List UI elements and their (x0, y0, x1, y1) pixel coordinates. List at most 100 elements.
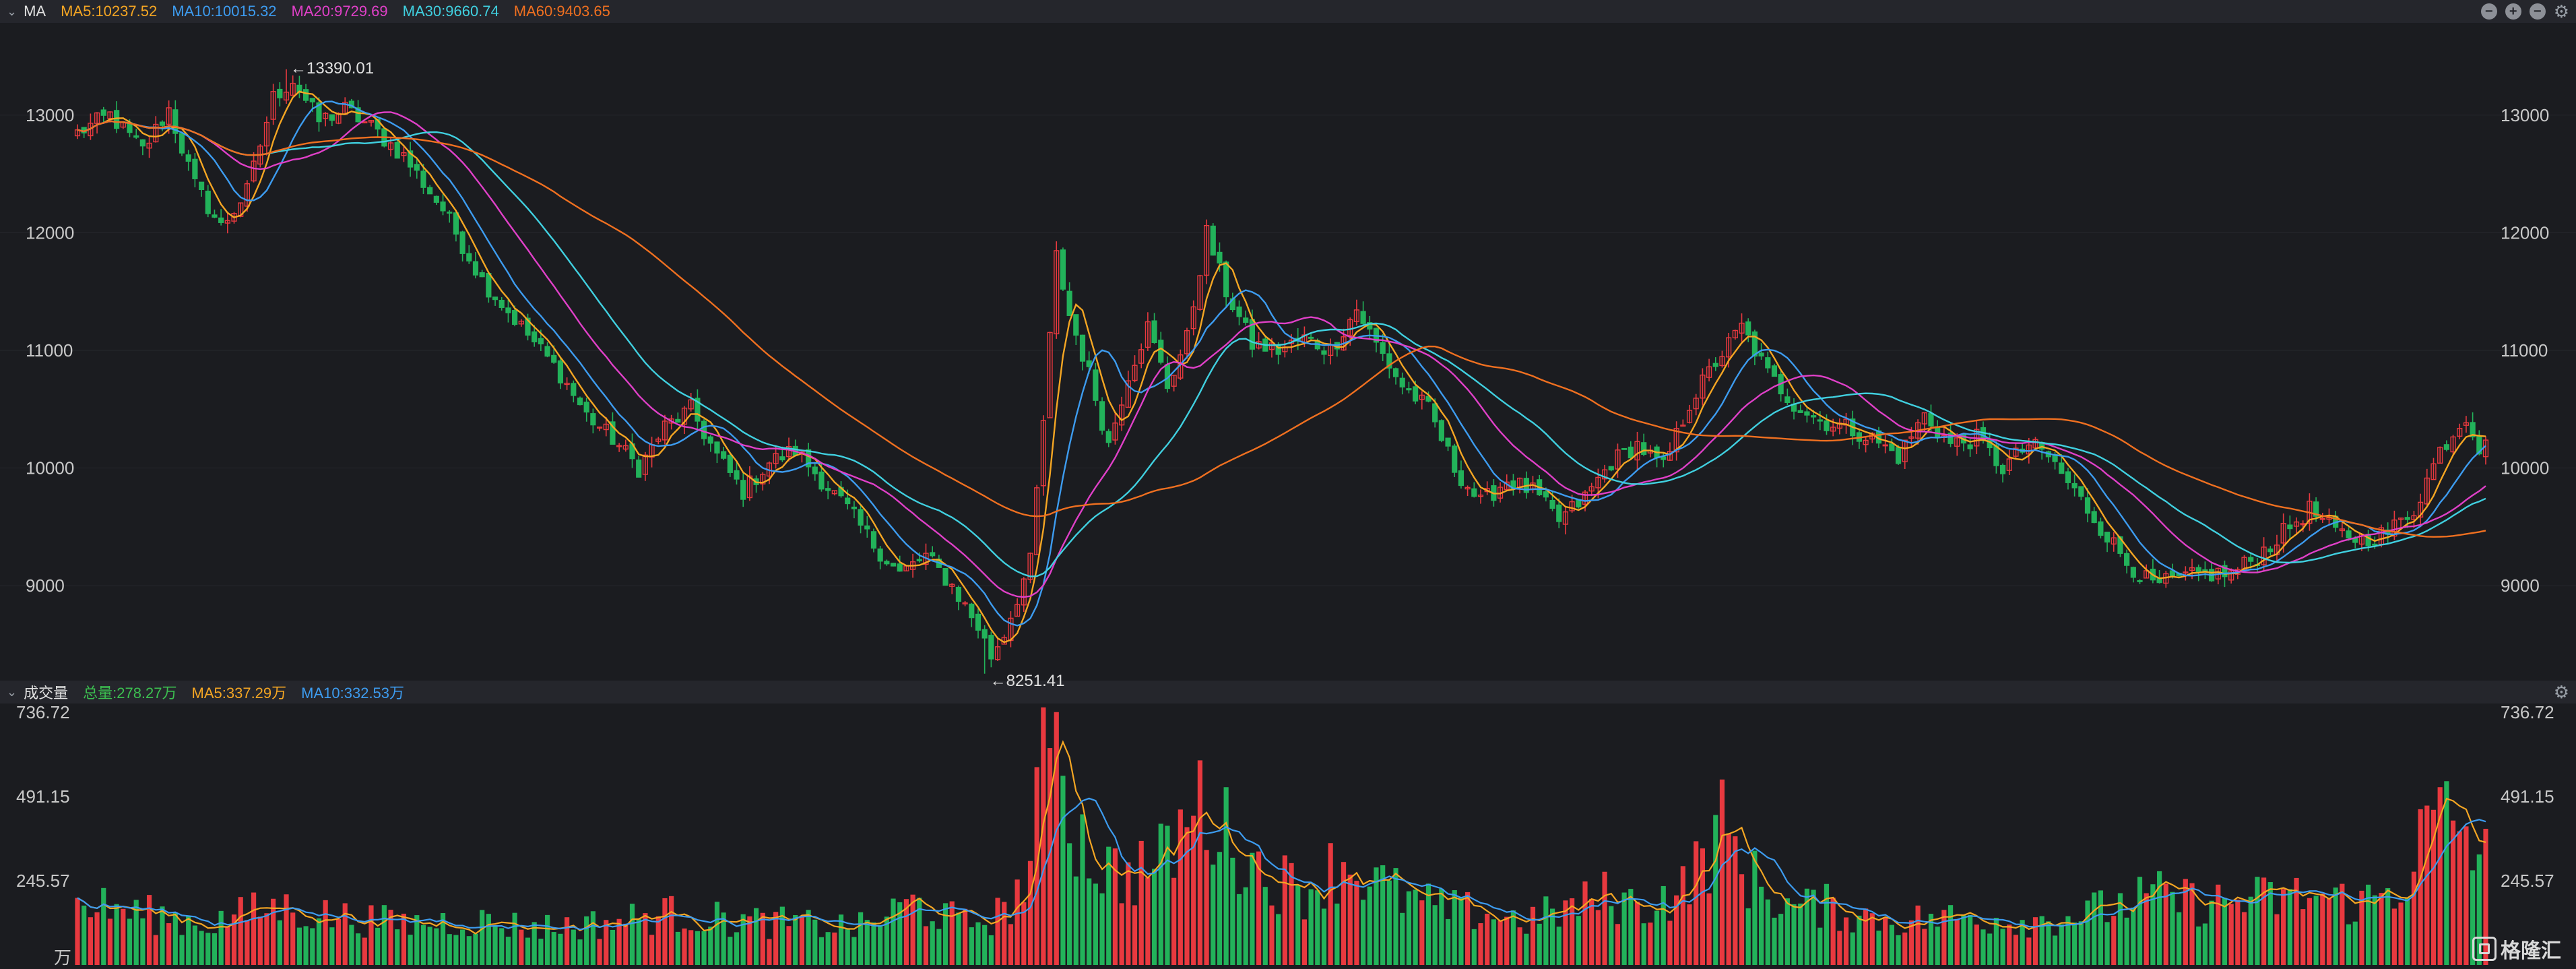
volume-bar (2046, 921, 2051, 965)
volume-bar (1413, 889, 1418, 965)
volume-bar (714, 902, 720, 965)
candle-body (309, 98, 315, 102)
volume-bar (1269, 905, 1275, 965)
volume-bar (1308, 889, 1314, 965)
volume-bar (1876, 931, 1881, 965)
candle-body (1060, 249, 1066, 290)
volume-bar (1634, 902, 1640, 965)
volume-bar (975, 922, 981, 965)
volume-bar (1922, 929, 1927, 965)
price-tick-left: 12000 (26, 222, 74, 243)
candle-body (100, 109, 106, 116)
volume-bar (107, 918, 113, 965)
volume-bar (1445, 918, 1451, 965)
volume-bar (146, 895, 152, 965)
candle-body (538, 338, 544, 344)
candle-body (930, 552, 936, 557)
candle-body (1999, 464, 2006, 474)
volume-bar (1954, 918, 1960, 965)
volume-bar (310, 928, 315, 965)
candle-body (583, 402, 589, 413)
kline-chart[interactable]: 9000 9000 10000 10000 11000 11000 12000 12000 13… (0, 0, 2576, 969)
volume-bar (2052, 935, 2058, 965)
candle-body (2443, 444, 2449, 450)
volume-bar (434, 928, 439, 965)
volume-bar (2085, 900, 2090, 965)
logo-mark-icon (2472, 937, 2497, 961)
price-tick-right: 13000 (2501, 105, 2549, 125)
max-price-annotation: ←13390.01 (290, 59, 374, 77)
volume-bar (1458, 897, 1464, 965)
candle-body (2098, 521, 2104, 536)
volume-bar (480, 910, 485, 965)
price-tick-right: 10000 (2501, 458, 2549, 478)
volume-bar (460, 929, 465, 965)
volume-bar (395, 929, 400, 965)
volume-bar (1132, 905, 1138, 965)
volume-tick-left: 245.57 (16, 871, 70, 891)
volume-bar (1837, 931, 1842, 965)
volume-bar (1981, 929, 1986, 965)
candle-body (1321, 350, 1327, 355)
volume-bar (1002, 902, 1007, 965)
candle-body (2104, 532, 2111, 543)
volume-bar (277, 920, 282, 965)
volume-bar (1556, 927, 1561, 965)
candle-body (114, 110, 120, 129)
volume-bar (1485, 913, 1490, 965)
volume-bar (1328, 843, 1333, 965)
candle-body (1458, 470, 1464, 487)
volume-bar (1073, 876, 1078, 965)
volume-bar (1843, 917, 1849, 965)
volume-bar (2274, 914, 2280, 965)
volume-bar (1700, 848, 1705, 965)
candle-body (1392, 368, 1399, 377)
candle-body (447, 212, 453, 214)
volume-bar (473, 933, 478, 965)
volume-bar (1432, 905, 1438, 965)
volume-bar (1719, 779, 1725, 965)
candle-body (675, 418, 681, 423)
volume-bar (2124, 917, 2129, 965)
candle-body (479, 272, 485, 278)
volume-bar (1151, 869, 1157, 965)
volume-bar (1510, 910, 1516, 965)
price-tick-right: 12000 (2501, 222, 2549, 243)
candle-body (877, 549, 883, 562)
volume-bar (988, 935, 994, 965)
volume-bar (1099, 893, 1105, 965)
volume-bar (257, 916, 263, 965)
volume-bar (695, 931, 700, 965)
volume-bar (963, 908, 968, 965)
volume-bar (101, 887, 106, 965)
volume-bar (799, 916, 805, 965)
candle-body (818, 471, 825, 490)
volume-bar (1087, 878, 1092, 965)
volume-bar (675, 931, 680, 965)
volume-bar (1223, 787, 1229, 965)
volume-bar (1784, 898, 1790, 965)
candle-body (1066, 290, 1072, 316)
volume-bar (1889, 925, 1894, 965)
candle-body (734, 470, 740, 480)
candle-body (2287, 524, 2293, 530)
candle-body (825, 488, 831, 491)
volume-bar (669, 896, 674, 965)
volume-bar (2177, 912, 2182, 965)
volume-bar (891, 898, 896, 965)
candle-body (1817, 419, 1823, 422)
volume-bar (2092, 892, 2097, 965)
candle-body (1243, 317, 1249, 323)
volume-bar (2346, 924, 2352, 965)
volume-bar (2372, 895, 2377, 965)
volume-bar (368, 905, 374, 965)
volume-bar (355, 933, 361, 965)
candle-body (212, 214, 218, 218)
volume-bar (2320, 894, 2325, 965)
volume-bar (245, 920, 250, 965)
volume-bar (1465, 892, 1471, 965)
volume-bar (1758, 886, 1764, 965)
volume-bar (708, 927, 713, 965)
volume-bar (551, 932, 556, 965)
price-tick-left: 9000 (26, 575, 65, 596)
